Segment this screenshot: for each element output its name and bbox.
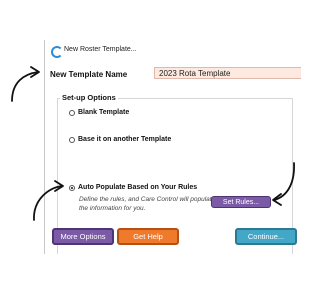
template-name-input[interactable] [154,67,301,79]
set-rules-button[interactable]: Set Rules... [211,196,271,208]
option-label: Blank Template [78,109,130,116]
option-base-on-template[interactable]: Base it on another Template [69,136,171,143]
setup-options-caption: Set-up Options [60,93,118,102]
auto-populate-description: Define the rules, and Care Control will … [79,196,216,212]
more-options-button[interactable]: More Options [52,228,114,245]
radio-base-on-template[interactable] [69,136,75,143]
option-auto-populate[interactable]: Auto Populate Based on Your Rules [69,184,197,191]
new-roster-template-dialog: New Roster Template... New Template Name… [44,40,301,254]
option-label: Auto Populate Based on Your Rules [78,184,198,191]
option-blank-template[interactable]: Blank Template [69,109,129,116]
app-logo-icon [51,46,63,58]
option-label: Base it on another Template [78,136,172,143]
get-help-button[interactable]: Get Help [117,228,179,245]
continue-button[interactable]: Continue... [235,228,297,245]
title-bar: New Roster Template... [45,40,301,62]
window-title: New Roster Template... [64,46,137,53]
radio-auto-populate[interactable] [69,184,75,191]
template-name-label: New Template Name [50,70,128,79]
radio-blank-template[interactable] [69,109,75,116]
arrow-icon [11,66,40,102]
